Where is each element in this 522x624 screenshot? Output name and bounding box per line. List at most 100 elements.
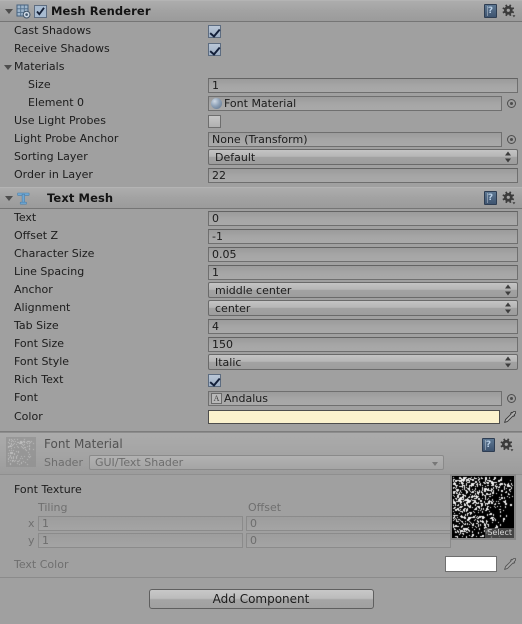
objectfield-font[interactable]: A Andalus xyxy=(208,390,502,406)
row-color: Color xyxy=(0,407,522,427)
row-tab-size: Tab Size 4 xyxy=(0,317,522,335)
dropdown-shader[interactable]: GUI/Text Shader xyxy=(88,455,444,470)
checkbox-receive-shadows[interactable] xyxy=(208,42,221,56)
gear-icon[interactable] xyxy=(502,4,516,18)
row-font-texture: Font Texture xyxy=(0,481,522,499)
add-component-button[interactable]: Add Component xyxy=(148,589,374,609)
font-texture-preview[interactable]: Select xyxy=(450,474,516,540)
input-font-size[interactable]: 150 xyxy=(208,336,518,352)
material-section: Font Material Shader GUI/Text Shader ? F… xyxy=(0,432,522,575)
row-materials[interactable]: Materials xyxy=(0,58,522,76)
input-character-size[interactable]: 0.05 xyxy=(208,246,518,262)
help-book-icon[interactable] xyxy=(482,438,495,452)
objectfield-light-probe-anchor[interactable]: None (Transform) xyxy=(208,131,502,147)
input-order-in-layer[interactable]: 22 xyxy=(208,167,518,183)
component-header-text-mesh[interactable]: Text Mesh xyxy=(0,187,522,209)
row-light-probe-anchor: Light Probe Anchor None (Transform) xyxy=(0,130,522,148)
row-order-in-layer: Order in Layer 22 xyxy=(0,166,522,184)
checkbox-rich-text[interactable] xyxy=(208,373,221,387)
row-offset-z: Offset Z -1 xyxy=(0,227,522,245)
label-shader: Shader xyxy=(44,456,83,469)
label-text-color: Text Color xyxy=(14,557,69,571)
label-axis-x: x xyxy=(28,517,35,530)
row-character-size: Character Size 0.05 xyxy=(0,245,522,263)
dropdown-sorting-layer-value: Default xyxy=(215,150,256,164)
objectfield-element-0[interactable]: Font Material xyxy=(208,95,502,111)
eyedropper-icon[interactable] xyxy=(503,557,518,572)
input-line-spacing[interactable]: 1 xyxy=(208,264,518,280)
label-tiling: Tiling xyxy=(38,500,68,514)
help-book-icon[interactable] xyxy=(484,191,497,205)
material-sphere-icon xyxy=(211,97,222,109)
eyedropper-icon[interactable] xyxy=(503,410,518,425)
label-alignment: Alignment xyxy=(14,301,71,314)
input-offset-y[interactable]: 0 xyxy=(246,533,451,548)
component-title-text-mesh: Text Mesh xyxy=(47,191,114,205)
mesh-renderer-icon xyxy=(16,4,31,19)
label-receive-shadows: Receive Shadows xyxy=(14,42,110,55)
input-text[interactable]: 0 xyxy=(208,210,518,226)
label-character-size: Character Size xyxy=(14,247,95,260)
label-rich-text: Rich Text xyxy=(14,373,64,386)
row-tiling-offset-y: y 1 0 xyxy=(0,532,522,549)
dropdown-alignment-value: center xyxy=(215,301,251,315)
colorfield-color[interactable] xyxy=(208,410,500,424)
gear-icon[interactable] xyxy=(502,191,516,205)
row-use-light-probes: Use Light Probes xyxy=(0,112,522,130)
row-tiling-offset-headers: Tiling Offset xyxy=(0,499,522,515)
row-receive-shadows: Receive Shadows xyxy=(0,40,522,58)
foldout-arrow-text-mesh[interactable] xyxy=(2,192,15,205)
gear-icon[interactable] xyxy=(500,438,514,452)
input-tiling-x[interactable]: 1 xyxy=(38,516,243,531)
font-asset-icon: A xyxy=(211,392,222,404)
row-font: Font A Andalus xyxy=(0,389,522,407)
foldout-arrow-mesh-renderer[interactable] xyxy=(2,5,15,18)
checkbox-cast-shadows[interactable] xyxy=(208,24,221,38)
objectfield-light-probe-anchor-value: None (Transform) xyxy=(212,132,308,146)
texture-select-button[interactable]: Select xyxy=(485,528,514,538)
object-picker-button-font[interactable] xyxy=(505,392,518,405)
foldout-arrow-materials[interactable] xyxy=(1,61,14,74)
checkbox-use-light-probes[interactable] xyxy=(208,114,221,128)
label-text: Text xyxy=(14,211,37,224)
chevron-updown-icon xyxy=(505,151,512,163)
label-font-texture: Font Texture xyxy=(14,483,82,496)
row-element-0: Element 0 Font Material xyxy=(0,94,522,112)
label-order-in-layer: Order in Layer xyxy=(14,168,93,181)
label-line-spacing: Line Spacing xyxy=(14,265,85,278)
text-mesh-icon xyxy=(16,191,31,206)
dropdown-anchor[interactable]: middle center xyxy=(208,282,518,298)
component-header-mesh-renderer[interactable]: Mesh Renderer xyxy=(0,0,522,22)
row-line-spacing: Line Spacing 1 xyxy=(0,263,522,281)
chevron-updown-icon xyxy=(505,302,512,314)
row-anchor: Anchor middle center xyxy=(0,281,522,299)
label-font-size: Font Size xyxy=(14,337,65,350)
input-offset-x[interactable]: 0 xyxy=(246,516,451,531)
mesh-renderer-enabled-checkbox[interactable] xyxy=(34,4,47,18)
row-font-style: Font Style Italic xyxy=(0,353,522,371)
add-component-area: Add Component xyxy=(0,578,522,609)
label-light-probe-anchor: Light Probe Anchor xyxy=(14,132,119,145)
object-picker-button-element-0[interactable] xyxy=(505,97,518,110)
material-header[interactable]: Font Material Shader GUI/Text Shader xyxy=(0,432,522,475)
dropdown-font-style[interactable]: Italic xyxy=(208,354,518,370)
help-book-icon[interactable] xyxy=(484,4,497,18)
label-cast-shadows: Cast Shadows xyxy=(14,24,92,37)
label-axis-y: y xyxy=(28,534,35,547)
dropdown-alignment[interactable]: center xyxy=(208,300,518,316)
material-title: Font Material xyxy=(44,437,123,451)
input-tab-size[interactable]: 4 xyxy=(208,318,518,334)
row-text-color: Text Color xyxy=(0,553,522,575)
input-offset-z[interactable]: -1 xyxy=(208,228,518,244)
label-font: Font xyxy=(14,391,38,404)
input-materials-size[interactable]: 1 xyxy=(208,77,518,93)
input-tiling-y[interactable]: 1 xyxy=(38,533,243,548)
label-font-style: Font Style xyxy=(14,355,70,368)
label-use-light-probes: Use Light Probes xyxy=(14,114,106,127)
dropdown-sorting-layer[interactable]: Default xyxy=(208,149,518,165)
object-picker-button-light-probe-anchor[interactable] xyxy=(505,133,518,146)
objectfield-element-0-value: Font Material xyxy=(224,96,297,110)
colorfield-text-color[interactable] xyxy=(445,556,497,572)
label-offset-z: Offset Z xyxy=(14,229,59,242)
label-anchor: Anchor xyxy=(14,283,53,296)
